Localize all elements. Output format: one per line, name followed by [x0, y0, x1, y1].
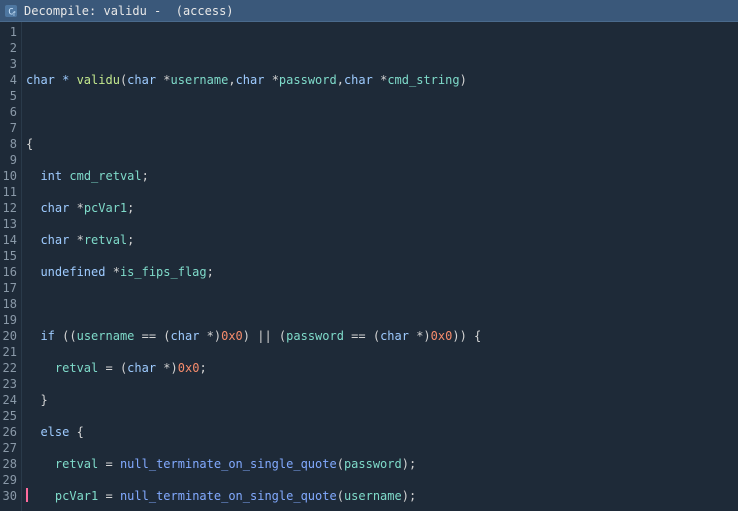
code-line: retval = null_terminate_on_single_quote(…: [26, 456, 738, 472]
code-area[interactable]: char * validu(char *username,char *passw…: [22, 22, 738, 511]
code-line: char *retval;: [26, 232, 738, 248]
code-line: [26, 104, 738, 120]
code-line: undefined *is_fips_flag;: [26, 264, 738, 280]
code-line: char *pcVar1;: [26, 200, 738, 216]
code-line: [26, 40, 738, 56]
code-line: pcVar1 = null_terminate_on_single_quote(…: [26, 488, 738, 504]
line-number-gutter: 1 2 3 4 5 6 7 8 9 10 11 12 13 14 15 16 1…: [0, 22, 22, 511]
decompile-editor[interactable]: 1 2 3 4 5 6 7 8 9 10 11 12 13 14 15 16 1…: [0, 22, 738, 511]
decompile-icon: C f: [4, 4, 18, 18]
window-title: Decompile: validu - (access): [24, 4, 234, 18]
code-line: char * validu(char *username,char *passw…: [26, 72, 738, 88]
code-line: }: [26, 392, 738, 408]
code-line: if ((username == (char *)0x0) || (passwo…: [26, 328, 738, 344]
code-line: int cmd_retval;: [26, 168, 738, 184]
svg-text:f: f: [12, 11, 16, 18]
code-line: [26, 296, 738, 312]
code-line: else {: [26, 424, 738, 440]
window-titlebar: C f Decompile: validu - (access): [0, 0, 738, 22]
text-cursor: [26, 488, 28, 502]
code-line: {: [26, 136, 738, 152]
code-line: retval = (char *)0x0;: [26, 360, 738, 376]
